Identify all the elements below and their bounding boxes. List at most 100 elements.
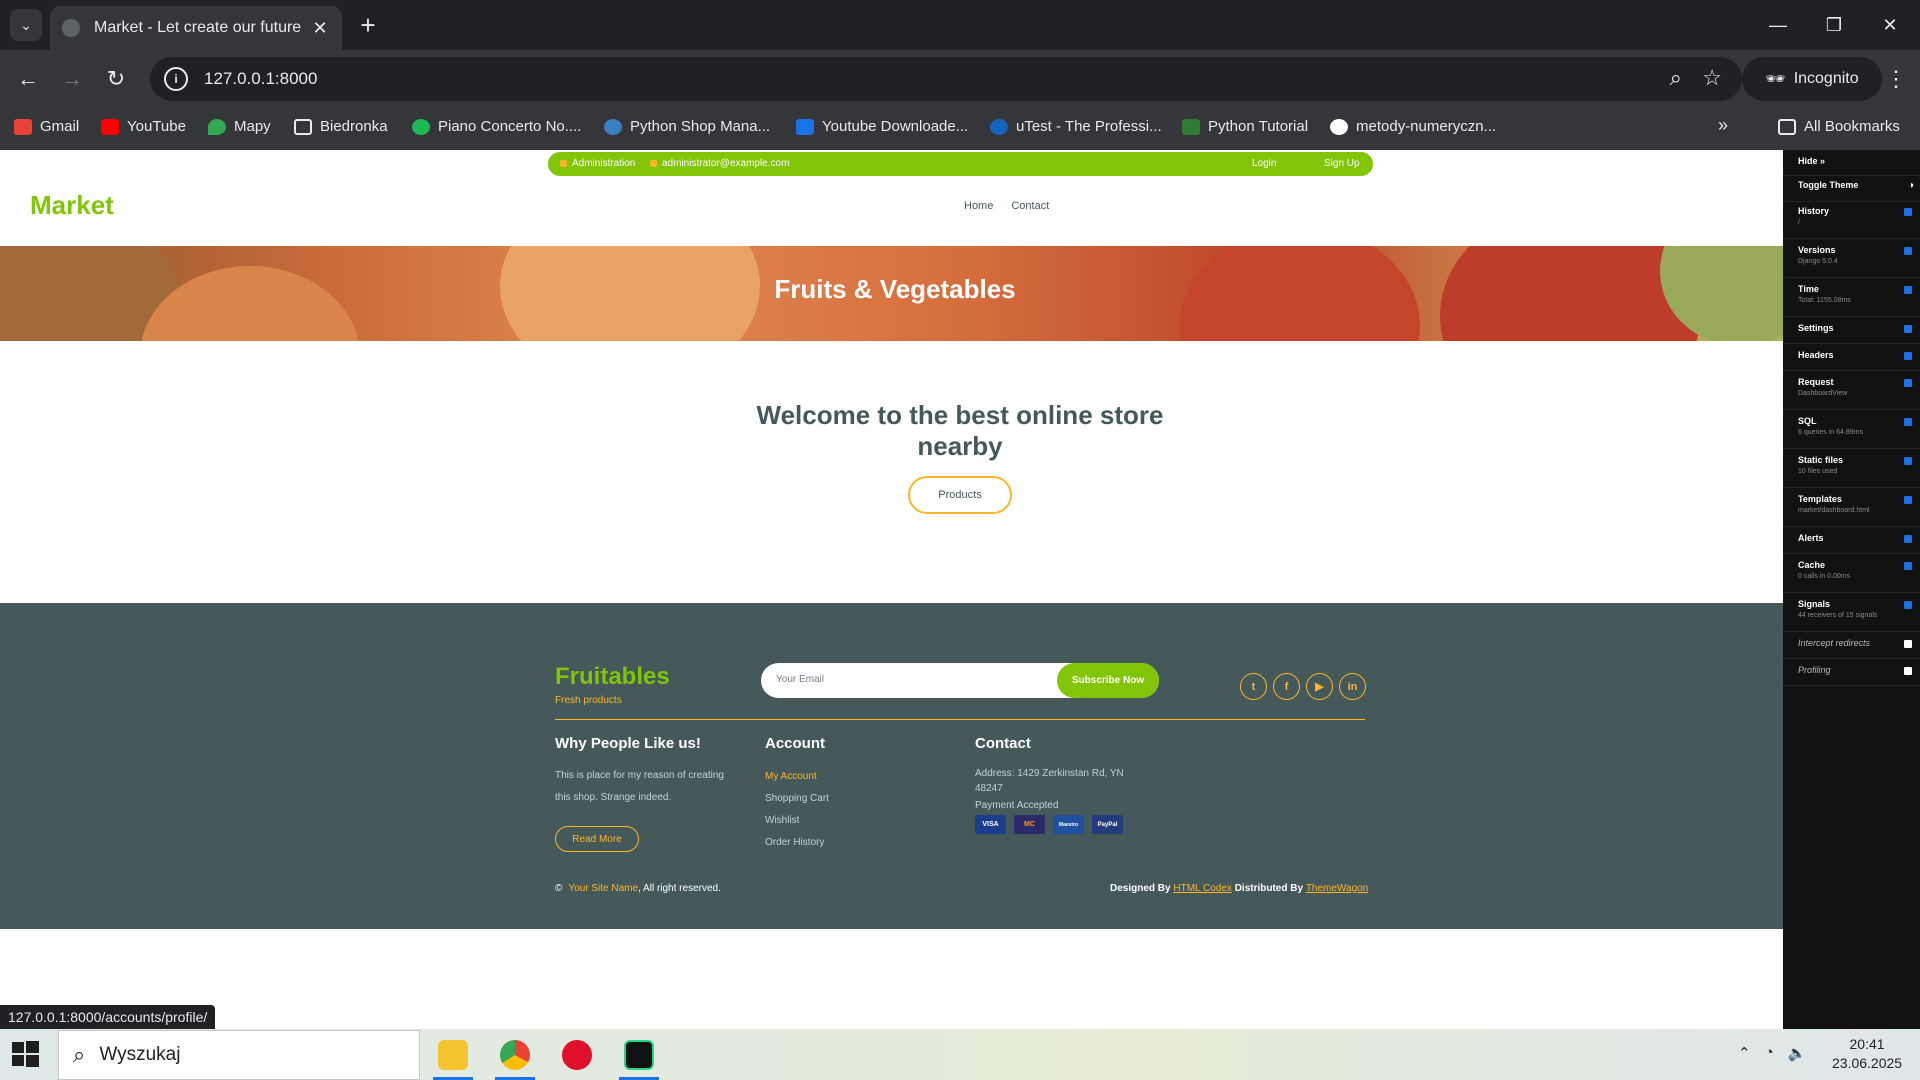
djdt-panel-settings[interactable]: Settings [1783,323,1920,344]
back-arrow-icon[interactable]: ← [12,63,44,95]
window-restore-icon[interactable]: ❐ [1806,0,1862,50]
read-more-button[interactable]: Read More [555,826,639,852]
incognito-indicator[interactable]: 🕶 Incognito [1742,57,1882,101]
djdt-panel-checkbox[interactable] [1904,247,1912,255]
djdt-panel-history[interactable]: History / [1783,206,1920,239]
signup-link[interactable]: Sign Up [1324,158,1360,169]
bookmark-python-tutorial[interactable]: Python Tutorial [1182,118,1308,135]
djdt-panel-request[interactable]: Request DashboardView [1783,377,1920,410]
new-tab-plus-icon[interactable]: + [352,9,384,41]
browser-menu-icon[interactable]: ⋮ [1880,63,1912,95]
phone-icon [560,160,567,167]
network-icon[interactable]: ◔ [1765,1044,1774,1062]
djdt-panel-checkbox[interactable] [1904,379,1912,387]
all-bookmarks[interactable]: All Bookmarks [1778,118,1900,135]
djdt-panel-signals[interactable]: Signals 44 receivers of 15 signals [1783,599,1920,632]
windows-start-icon[interactable] [10,1039,40,1069]
window-close-icon[interactable]: ✕ [1862,0,1918,50]
opera-icon [562,1039,592,1070]
reload-icon[interactable]: ↻ [100,63,132,95]
nav-home[interactable]: Home [964,200,993,212]
djdt-panel-checkbox[interactable] [1904,286,1912,294]
account-link-order-history[interactable]: Order History [765,837,824,848]
djdt-panel-headers[interactable]: Headers [1783,350,1920,371]
djdt-panel-checkbox[interactable] [1904,325,1912,333]
djdt-panel-checkbox[interactable] [1904,496,1912,504]
bookmark-folder-biedronka[interactable]: Biedronka [294,118,388,135]
djdt-panel-checkbox[interactable] [1904,535,1912,543]
djdt-panel-checkbox[interactable] [1904,457,1912,465]
djdt-hide-button[interactable]: Hide » [1783,156,1920,176]
djdt-panel-checkbox[interactable] [1904,640,1912,648]
djdt-panel-time[interactable]: Time Total: 1155.08ms [1783,284,1920,317]
djdt-panel-intercept-redirects[interactable]: Intercept redirects [1783,638,1920,659]
taskbar-clock[interactable]: 20:41 23.06.2025 [1832,1035,1902,1073]
subscribe-button[interactable]: Subscribe Now [1057,663,1159,698]
site-info-icon[interactable]: i [164,67,188,91]
djdt-panel-static-files[interactable]: Static files 10 files used [1783,455,1920,488]
maestro-card-icon: Maestro [1053,815,1084,834]
address-url[interactable]: 127.0.0.1:8000 [204,69,317,89]
djdt-panel-subtitle: 44 receivers of 15 signals [1798,612,1878,619]
taskbar-file-explorer[interactable] [425,1029,481,1080]
tab-close-icon[interactable]: ✕ [310,18,330,39]
account-link-my-account[interactable]: My Account [765,771,817,782]
themewagon-link[interactable]: ThemeWagon [1306,883,1368,894]
bookmark-mapy[interactable]: Mapy [208,118,271,135]
spotify-icon [412,118,430,135]
djdt-panel-versions[interactable]: Versions Django 5.0.4 [1783,245,1920,278]
linkedin-icon[interactable]: in [1339,673,1366,700]
bookmark-piano-concerto[interactable]: Piano Concerto No.... [412,118,581,135]
djdt-panel-label: Signals [1798,599,1831,609]
tab-search-dropdown-icon[interactable]: ⌄ [10,9,42,41]
djdt-panel-checkbox[interactable] [1904,667,1912,675]
volume-icon[interactable]: 🔈 [1788,1044,1807,1062]
bookmark-gmail[interactable]: Gmail [14,118,79,135]
djdt-panel-label: Headers [1798,350,1834,360]
djdt-panel-sql[interactable]: SQL 6 queries in 64.89ms [1783,416,1920,449]
forward-arrow-icon[interactable]: → [56,63,88,95]
tray-overflow-chevron-icon[interactable]: ⌃ [1738,1044,1751,1062]
html-codex-link[interactable]: HTML Codex [1173,883,1232,894]
djdt-panel-checkbox[interactable] [1904,208,1912,216]
bookmark-youtube[interactable]: YouTube [101,118,186,135]
youtube-icon[interactable]: ▶ [1306,673,1333,700]
bookmark-python-shop[interactable]: Python Shop Mana... [604,118,770,135]
address-bar[interactable]: i 127.0.0.1:8000 ⌕ ☆ [150,57,1742,101]
zoom-magnifier-icon[interactable]: ⌕ [1670,65,1682,91]
djdt-panel-profiling[interactable]: Profiling [1783,665,1920,686]
products-button[interactable]: Products [908,476,1012,514]
djdt-panel-checkbox[interactable] [1904,601,1912,609]
djdt-panel-checkbox[interactable] [1904,352,1912,360]
copyright-site-link[interactable]: Your Site Name [568,883,638,894]
newsletter-email-input[interactable]: Your Email [776,674,824,685]
djdt-panel-checkbox[interactable] [1904,418,1912,426]
taskbar-chrome[interactable] [487,1029,543,1080]
facebook-icon[interactable]: f [1273,673,1300,700]
browser-tab-active[interactable]: Market - Let create our future ✕ [50,6,342,50]
twitter-icon[interactable]: t [1240,673,1267,700]
account-link-wishlist[interactable]: Wishlist [765,815,799,826]
djdt-panel-checkbox[interactable] [1904,562,1912,570]
djdt-panel-label: Profiling [1798,665,1831,675]
window-minimize-icon[interactable]: — [1750,0,1806,50]
bookmark-star-icon[interactable]: ☆ [1702,65,1722,91]
bookmark-metody-numeryczne[interactable]: metody-numeryczn... [1330,118,1496,135]
taskbar-opera[interactable] [549,1029,605,1080]
nav-contact[interactable]: Contact [1011,200,1049,212]
footer-brand[interactable]: Fruitables [555,663,670,691]
welcome-heading: Welcome to the best online store nearby [756,400,1164,461]
hero-banner: Fruits & Vegetables [0,246,1783,341]
account-link-shopping-cart[interactable]: Shopping Cart [765,793,829,804]
taskbar-pycharm[interactable] [611,1029,667,1080]
djdt-panel-alerts[interactable]: Alerts [1783,533,1920,554]
bookmark-youtube-downloader[interactable]: Youtube Downloade... [796,118,968,135]
site-logo[interactable]: Market [30,190,114,221]
bookmark-utest[interactable]: uTest - The Professi... [990,118,1162,135]
djdt-panel-cache[interactable]: Cache 0 calls in 0.00ms [1783,560,1920,593]
bookmarks-overflow-icon[interactable]: » [1718,115,1728,136]
djdt-toggle-theme[interactable]: Toggle Theme ◑ [1783,180,1920,202]
login-link[interactable]: Login [1252,158,1276,169]
djdt-panel-templates[interactable]: Templates market/dashboard.html [1783,494,1920,527]
taskbar-search[interactable]: ⌕ Wyszukaj [58,1030,420,1080]
